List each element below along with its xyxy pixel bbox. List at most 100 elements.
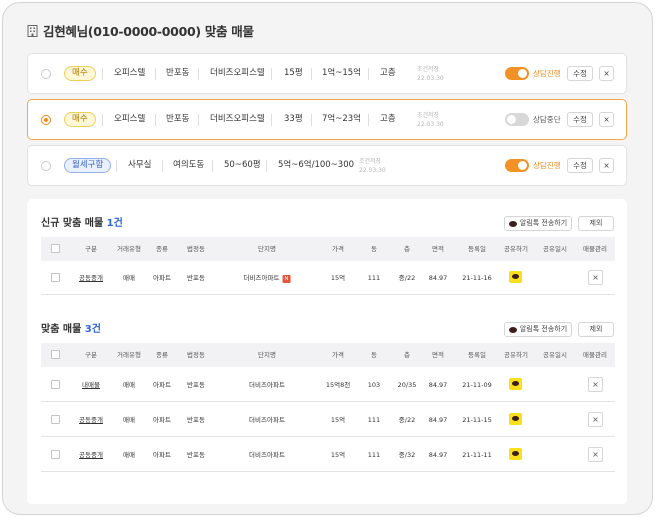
- condition-card-3[interactable]: 월세구함 사무실 여의도동 50~60평 5억~6억/100~300 조건저장 2…: [27, 145, 627, 186]
- table-row: 공동중개 매매 아파트 반포동 더비즈아파트 N 15억 111 중/22 84.…: [41, 261, 615, 295]
- match-listings-count: 3건: [84, 324, 101, 335]
- col-floor: 층: [404, 245, 410, 253]
- saved-date: 조건저장 22.03.30: [359, 158, 386, 174]
- kakaotalk-icon[interactable]: [509, 271, 522, 283]
- legal-dong: 반포동: [187, 416, 205, 424]
- deal-type: 매매: [123, 416, 135, 424]
- divider: [271, 68, 272, 80]
- floor: 중/22: [398, 274, 416, 282]
- reg-date: 21-11-09: [462, 381, 492, 389]
- row-checkbox[interactable]: [51, 273, 60, 282]
- kakaotalk-icon: [508, 220, 517, 227]
- consult-status-label: 상담진행: [533, 161, 561, 170]
- page-title: 김현혜님(010-0000-0000) 맞춤 매물: [27, 21, 254, 40]
- listings-panel: 신규 맞춤 매물 1건 알림톡 전송하기 제외 구분 거래유형 종류 법정동 단…: [27, 199, 627, 504]
- exclude-button[interactable]: 제외: [578, 216, 614, 231]
- legal-dong: 반포동: [166, 114, 190, 124]
- close-icon[interactable]: ×: [588, 412, 603, 427]
- kakaotalk-icon[interactable]: [509, 413, 522, 425]
- property-type: 사무실: [128, 160, 152, 170]
- col-area: 면적: [432, 351, 444, 359]
- condition-card-1[interactable]: 매수 오피스텔 반포동 더비즈오피스텔 15평 1억~15억 고층 조건저장 22…: [27, 53, 627, 94]
- price: 15억: [330, 274, 346, 282]
- table-row: 공동중개 매매 아파트 반포동 더비즈아파트 15억 111 중/22 84.9…: [41, 403, 615, 437]
- price-range: 5억~6억/100~300: [278, 160, 355, 170]
- col-date: 등록일: [468, 245, 486, 253]
- listing-kind-link[interactable]: 내매물: [82, 368, 100, 402]
- close-icon[interactable]: ×: [588, 377, 603, 392]
- consult-status-label: 상담중단: [533, 115, 561, 124]
- consult-toggle[interactable]: [505, 113, 529, 126]
- table-row: 공동중개 매매 아파트 반포동 더비즈아파트 15억 111 중/32 84.9…: [41, 438, 615, 472]
- send-alimtalk-button[interactable]: 알림톡 전송하기: [504, 322, 572, 337]
- building-icon: [27, 24, 38, 37]
- condition-radio[interactable]: [41, 69, 51, 79]
- property-type: 아파트: [153, 416, 171, 424]
- floor: 고층: [380, 68, 396, 78]
- edit-button[interactable]: 수정: [567, 158, 593, 173]
- area: 84.97: [428, 274, 448, 282]
- legal-dong: 반포동: [166, 68, 190, 78]
- deal-tag: 매수: [64, 112, 96, 127]
- consult-status-label: 상담진행: [533, 69, 561, 78]
- complex-name: 더비즈오피스텔: [210, 114, 265, 124]
- consult-toggle[interactable]: [505, 67, 529, 80]
- edit-button[interactable]: 수정: [567, 66, 593, 81]
- col-bldg: 동: [371, 245, 377, 253]
- row-checkbox[interactable]: [51, 380, 60, 389]
- select-all-checkbox[interactable]: [51, 244, 60, 253]
- consult-toggle[interactable]: [505, 159, 529, 172]
- property-type: 아파트: [153, 451, 171, 459]
- close-icon[interactable]: ×: [588, 270, 603, 285]
- complex-name: 더비즈아파트: [249, 381, 285, 389]
- price: 15억: [330, 416, 346, 424]
- delete-button[interactable]: ×: [599, 158, 614, 173]
- price-range: 1억~15억: [322, 68, 361, 78]
- area: 84.97: [428, 451, 448, 459]
- exclude-button[interactable]: 제외: [578, 322, 614, 337]
- condition-radio[interactable]: [41, 115, 51, 125]
- col-bldg: 동: [371, 351, 377, 359]
- divider: [198, 68, 199, 80]
- divider: [266, 160, 267, 172]
- size: 15평: [284, 68, 303, 78]
- col-kind: 구분: [85, 351, 97, 359]
- select-all-checkbox[interactable]: [51, 350, 60, 359]
- row-checkbox[interactable]: [51, 415, 60, 424]
- divider: [155, 68, 156, 80]
- kakaotalk-icon[interactable]: [509, 448, 522, 460]
- col-dong: 법정동: [187, 351, 205, 359]
- deal-type: 매매: [123, 451, 135, 459]
- col-type: 종류: [156, 351, 168, 359]
- deal-type: 매매: [123, 381, 135, 389]
- building: 103: [367, 381, 381, 389]
- kakaotalk-icon: [508, 326, 517, 333]
- floor: 고층: [380, 114, 396, 124]
- listing-kind-link[interactable]: 공동중개: [79, 403, 103, 437]
- delete-button[interactable]: ×: [599, 112, 614, 127]
- col-price: 가격: [332, 351, 344, 359]
- window-frame: 김현혜님(010-0000-0000) 맞춤 매물 매수 오피스텔 반포동 더비…: [2, 2, 653, 515]
- deal-type: 매매: [123, 274, 135, 282]
- divider: [311, 68, 312, 80]
- property-type: 아파트: [153, 274, 171, 282]
- col-deal: 거래유형: [117, 245, 141, 253]
- col-date: 등록일: [468, 351, 486, 359]
- send-alimtalk-button[interactable]: 알림톡 전송하기: [504, 216, 572, 231]
- edit-button[interactable]: 수정: [567, 112, 593, 127]
- col-area: 면적: [432, 245, 444, 253]
- table-row: 내매물 매매 아파트 반포동 더비즈아파트 15억8천 103 20/35 84…: [41, 368, 615, 402]
- condition-card-2[interactable]: 매수 오피스텔 반포동 더비즈오피스텔 33평 7억~23억 고층 조건저장 22…: [27, 99, 627, 140]
- col-dong: 법정동: [187, 245, 205, 253]
- delete-button[interactable]: ×: [599, 66, 614, 81]
- new-listings-title: 신규 맞춤 매물 1건: [41, 218, 123, 229]
- property-type: 오피스텔: [114, 114, 146, 124]
- close-icon[interactable]: ×: [588, 447, 603, 462]
- row-checkbox[interactable]: [51, 450, 60, 459]
- condition-radio[interactable]: [41, 161, 51, 171]
- listing-kind-link[interactable]: 공동중개: [79, 261, 103, 295]
- listing-kind-link[interactable]: 공동중개: [79, 438, 103, 472]
- kakaotalk-icon[interactable]: [509, 378, 522, 390]
- col-type: 종류: [156, 245, 168, 253]
- col-share: 공유하기: [504, 245, 528, 253]
